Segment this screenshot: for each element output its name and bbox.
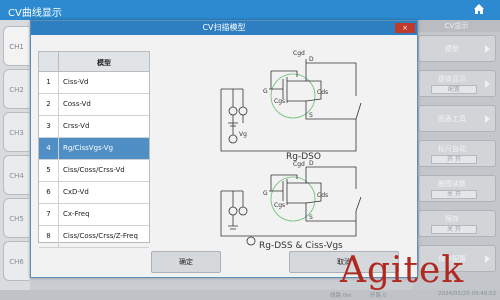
row-name: Cx-Freq xyxy=(63,210,90,218)
auto-scale-button[interactable]: 标尺自动 开 开 xyxy=(418,140,496,167)
dialog-title: CV扫描模型 xyxy=(31,21,417,35)
arrow-right-icon xyxy=(485,115,490,123)
table-header: 模型 xyxy=(39,52,149,72)
table-row[interactable]: 7 Cx-Freq xyxy=(39,204,149,226)
save-label: 保存 xyxy=(445,215,459,223)
tab-ch1[interactable]: CH1 xyxy=(3,26,29,66)
g-label: G xyxy=(263,190,268,197)
header-num-cell xyxy=(39,52,59,72)
title-bar: CV曲线显示 xyxy=(0,0,500,20)
vg-label: Vg xyxy=(239,131,247,138)
display-button[interactable]: 提体显示 配置 xyxy=(418,70,496,97)
s-label: S xyxy=(309,214,313,221)
g-label: G xyxy=(263,88,268,95)
status-line: 线路 0m xyxy=(330,293,352,299)
table-row[interactable]: 3 Crss-Vd xyxy=(39,116,149,138)
row-name: Coss-Vd xyxy=(63,100,91,108)
d-label: D xyxy=(309,56,314,63)
row-name: Ciss-Vd xyxy=(63,78,89,86)
status-datetime: 2024/05/20 09:40:52 xyxy=(438,291,497,297)
row-name: Rg/CissVgs-Vg xyxy=(63,144,114,152)
row-num: 4 xyxy=(39,138,59,159)
cds-label: Cds xyxy=(317,89,328,96)
app-title: CV曲线显示 xyxy=(8,8,62,19)
chart-tools-label: 图表工具 xyxy=(438,115,466,123)
row-num: 2 xyxy=(39,94,59,115)
channel-tabs: CH1 CH2 CH3 CH4 CH5 CH6 xyxy=(0,20,30,290)
circuit2-label: Rg-DSS & Ciss-Vgs xyxy=(259,241,343,251)
row-num: 7 xyxy=(39,204,59,225)
arrow-right-icon xyxy=(485,255,490,263)
table-row-selected[interactable]: 4 Rg/CissVgs-Vg xyxy=(39,138,149,160)
cgs-label: Cgs xyxy=(274,202,285,209)
touch-readout-button[interactable]: 触摸读数 关 开 xyxy=(418,175,496,202)
tab-ch6[interactable]: CH6 xyxy=(3,241,29,281)
auto-scale-label: 标尺自动 xyxy=(438,145,466,153)
display-label: 提体显示 xyxy=(438,75,466,83)
s-label: S xyxy=(309,112,313,119)
table-row[interactable]: 6 CxD-Vd xyxy=(39,182,149,204)
touch-readout-label: 触摸读数 xyxy=(438,180,466,188)
model-label: 模型 xyxy=(445,45,459,53)
cv-scan-model-dialog: CV扫描模型 × 模型 1 Ciss-Vd 2 Coss-Vd 3 Crss-V… xyxy=(30,20,418,278)
cgd-label: Cgd xyxy=(293,161,305,168)
right-menu-header: CV显示 xyxy=(413,20,500,32)
touch-readout-toggle: 关 开 xyxy=(431,190,477,199)
row-name: Ciss/Coss/Crss-Vd xyxy=(63,166,125,174)
table-row[interactable]: 1 Ciss-Vd xyxy=(39,72,149,94)
row-num: 3 xyxy=(39,116,59,137)
tab-ch3[interactable]: CH3 xyxy=(3,112,29,152)
arrow-right-icon xyxy=(485,80,490,88)
home-icon[interactable] xyxy=(472,2,486,16)
save-button[interactable]: 保存 关 开 xyxy=(418,210,496,237)
table-row[interactable]: 8 Ciss/Coss/Crss/Z-Freq xyxy=(39,226,149,248)
save-toggle: 关 开 xyxy=(431,225,477,234)
chart-tools-button[interactable]: 图表工具 xyxy=(418,105,496,132)
cds-label: Cds xyxy=(317,192,328,199)
row-num: 5 xyxy=(39,160,59,181)
status-bar: 线路 0m 开路 0 2024/05/20 09:40:52 xyxy=(0,290,500,300)
ok-button[interactable]: 确定 xyxy=(151,251,221,273)
row-name: Ciss/Coss/Crss/Z-Freq xyxy=(63,232,138,240)
d-label: D xyxy=(309,160,314,167)
circuit-rg-dss xyxy=(220,166,362,246)
header-model: 模型 xyxy=(97,59,111,67)
model-button[interactable]: 模型 xyxy=(418,35,496,62)
tab-ch5[interactable]: CH5 xyxy=(3,198,29,238)
cgs-label: Cgs xyxy=(274,98,285,105)
row-name: Crss-Vd xyxy=(63,122,90,130)
auto-scale-toggle: 开 开 xyxy=(431,155,477,164)
row-num: 6 xyxy=(39,182,59,203)
status-open: 开路 0 xyxy=(370,293,387,299)
cgd-label: Cgd xyxy=(293,50,305,57)
row-num: 8 xyxy=(39,226,59,247)
display-sub: 配置 xyxy=(431,85,477,94)
agitek-watermark: Agitek xyxy=(340,250,465,291)
circuit-diagram: Cgd Cds Cgs D G S Vg Rg-DSO Cgd Cds Cgs … xyxy=(220,50,362,251)
row-name: CxD-Vd xyxy=(63,188,89,196)
row-num: 1 xyxy=(39,72,59,93)
table-row[interactable]: 5 Ciss/Coss/Crss-Vd xyxy=(39,160,149,182)
close-button[interactable]: × xyxy=(395,23,415,33)
model-table: 模型 1 Ciss-Vd 2 Coss-Vd 3 Crss-Vd 4 Rg/Ci… xyxy=(38,51,150,248)
tab-ch2[interactable]: CH2 xyxy=(3,69,29,109)
arrow-right-icon xyxy=(485,45,490,53)
tab-ch4[interactable]: CH4 xyxy=(3,155,29,195)
table-row[interactable]: 2 Coss-Vd xyxy=(39,94,149,116)
